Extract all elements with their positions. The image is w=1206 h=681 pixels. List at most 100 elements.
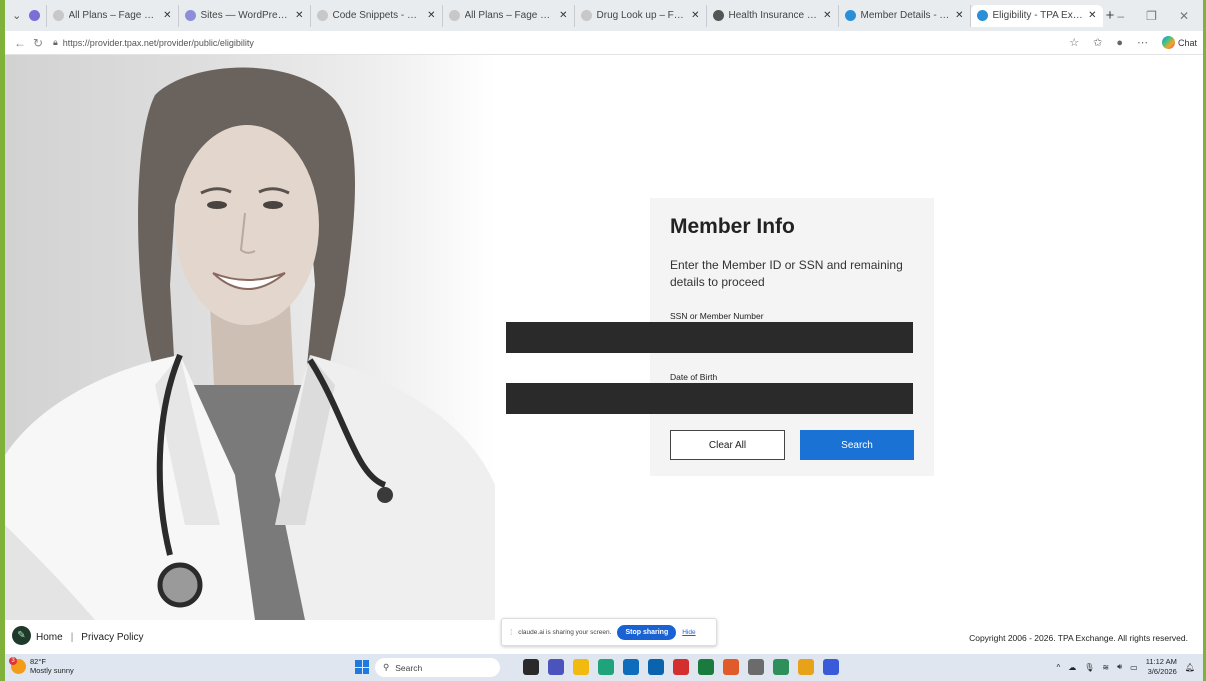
drag-handle-icon[interactable]: ⁞ — [510, 628, 512, 637]
restore-icon[interactable]: ❐ — [1146, 9, 1157, 23]
address-bar: ← ↻ 🔒︎ https://provider.tpax.net/provide… — [5, 31, 1203, 55]
battery-icon[interactable]: ▭ — [1130, 663, 1138, 672]
browser-tab[interactable] — [23, 4, 47, 27]
windows-start-icon[interactable] — [355, 660, 369, 674]
back-icon[interactable]: ← — [11, 36, 29, 50]
favorite-star-icon[interactable]: ☆ — [1069, 36, 1079, 49]
edit-pencil-icon[interactable]: ✎ — [12, 626, 31, 645]
tab-title: All Plans – Fage Financial — [68, 10, 159, 21]
system-tray: ^ ☁ 🎙︎ ≋ 🔊︎ ▭ 11:12 AM 3/6/2026 🔔︎ — [1056, 657, 1195, 677]
browser-tab[interactable]: Health Insurance | Benefit ✕ — [707, 4, 839, 27]
tray-chevron-icon[interactable]: ^ — [1056, 663, 1060, 672]
footer-home-link[interactable]: Home — [36, 632, 63, 643]
chrome-icon[interactable] — [798, 659, 814, 675]
copilot-chat-button[interactable]: Chat — [1161, 36, 1197, 49]
search-button[interactable]: Search — [800, 430, 914, 460]
ssn-label: SSN or Member Number — [670, 311, 764, 321]
tab-close-icon[interactable]: ✕ — [691, 10, 699, 21]
tab-title: Sites — WordPress.com — [200, 10, 291, 21]
lock-icon[interactable]: 🔒︎ — [53, 37, 58, 48]
copilot-app-icon[interactable] — [723, 659, 739, 675]
excel-icon[interactable] — [698, 659, 714, 675]
url-text: https://provider.tpax.net/provider/publi… — [62, 37, 254, 48]
browser-tab[interactable]: Code Snippets - Fage Finan ✕ — [311, 4, 443, 27]
taskbar-search-placeholder: Search — [395, 662, 423, 673]
windows-taskbar: 3 82°F Mostly sunny ⚲ Search ^ ☁ 🎙︎ ≋ 🔊︎… — [5, 654, 1203, 681]
document-icon — [448, 10, 460, 21]
screen-share-bar: ⁞ claude.ai is sharing your screen. Stop… — [501, 618, 717, 646]
footer-privacy-link[interactable]: Privacy Policy — [81, 632, 143, 643]
clock[interactable]: 11:12 AM 3/6/2026 — [1146, 657, 1177, 677]
favorites-icon[interactable]: ✩ — [1093, 36, 1102, 49]
clock-time: 11:12 AM — [1145, 657, 1177, 666]
tab-close-icon[interactable]: ✕ — [163, 10, 171, 21]
tab-close-icon[interactable]: ✕ — [955, 10, 963, 21]
tab-title: All Plans – Fage Financial — [464, 10, 555, 21]
teams-icon[interactable] — [548, 659, 564, 675]
outlook-icon[interactable] — [648, 659, 664, 675]
close-window-icon[interactable]: ✕ — [1179, 9, 1189, 23]
document-icon — [316, 10, 328, 21]
tab-title: Eligibility - TPA Exchange — [992, 10, 1084, 21]
member-info-card: Member Info Enter the Member ID or SSN a… — [506, 198, 934, 476]
weather-widget[interactable]: 3 82°F Mostly sunny — [9, 656, 74, 675]
browser-tab[interactable]: All Plans – Fage Financial ✕ — [443, 4, 575, 27]
taskbar-search[interactable]: ⚲ Search — [375, 658, 500, 677]
task-view-icon[interactable] — [523, 659, 539, 675]
copilot-icon — [1161, 36, 1175, 49]
hide-share-bar-link[interactable]: Hide — [682, 629, 695, 636]
new-tab-button[interactable]: + — [1103, 7, 1118, 24]
url-field[interactable]: 🔒︎ https://provider.tpax.net/provider/pu… — [53, 34, 273, 52]
copyright-text: Copyright 2006 - 2026. TPA Exchange. All… — [969, 633, 1188, 643]
tab-close-icon[interactable]: ✕ — [1088, 10, 1096, 21]
doctor-illustration — [5, 67, 495, 620]
zoho-icon[interactable] — [823, 659, 839, 675]
microphone-icon[interactable]: 🎙︎ — [1084, 663, 1094, 672]
tab-strip: ⌄ All Plans – Fage Financial✕Sites — Wor… — [5, 0, 1203, 31]
sun-icon: 3 — [9, 656, 26, 674]
wordpress-icon — [184, 10, 196, 21]
member-info-description: Enter the Member ID or SSN and remaining… — [670, 258, 903, 289]
browser-tab[interactable]: Eligibility - TPA Exchange ✕ — [970, 4, 1103, 27]
wifi-icon[interactable]: ≋ — [1102, 663, 1109, 672]
tab-close-icon[interactable]: ✕ — [559, 10, 567, 21]
tpa-icon — [844, 10, 856, 21]
notifications-icon[interactable]: 🔔︎ — [1185, 663, 1195, 672]
clear-all-button[interactable]: Clear All — [670, 430, 785, 460]
plus-app-icon[interactable] — [773, 659, 789, 675]
browser-tab[interactable]: All Plans – Fage Financial ✕ — [47, 4, 179, 27]
globe-icon — [712, 10, 724, 21]
file-explorer-icon[interactable] — [573, 659, 589, 675]
weather-badge: 3 — [9, 656, 17, 665]
tab-list-chevron-icon[interactable]: ⌄ — [11, 9, 23, 22]
eligibility-page: Member Info Enter the Member ID or SSN a… — [5, 55, 1203, 654]
settings-icon[interactable] — [748, 659, 764, 675]
refresh-icon[interactable]: ↻ — [29, 36, 47, 50]
minimize-icon[interactable]: – — [1117, 9, 1124, 23]
profile-avatar-icon[interactable]: ● — [1116, 37, 1123, 49]
chat-label: Chat — [1177, 37, 1197, 48]
edge-icon[interactable] — [598, 659, 614, 675]
member-info-title: Member Info — [670, 215, 795, 238]
volume-icon[interactable]: 🔊︎ — [1117, 662, 1122, 672]
clock-date: 3/6/2026 — [1147, 667, 1177, 676]
browser-tab[interactable]: Drug Look up – Fage Finan ✕ — [575, 4, 707, 27]
window-controls: – ❐ ✕ — [1117, 9, 1203, 23]
tab-close-icon[interactable]: ✕ — [427, 10, 435, 21]
tab-close-icon[interactable]: ✕ — [823, 10, 831, 21]
temperature: 82°F — [30, 657, 46, 666]
more-menu-icon[interactable]: ⋯ — [1137, 36, 1148, 49]
store-icon[interactable] — [623, 659, 639, 675]
acrobat-icon[interactable] — [673, 659, 689, 675]
doctor-hero-image — [5, 55, 495, 620]
ssn-member-number-input[interactable] — [506, 322, 913, 353]
tab-title: Health Insurance | Benefit — [728, 10, 819, 21]
edge-favicon — [28, 10, 40, 21]
stop-sharing-button[interactable]: Stop sharing — [617, 624, 677, 640]
tpa-icon — [976, 10, 988, 21]
browser-tab[interactable]: Sites — WordPress.com ✕ — [179, 4, 311, 27]
onedrive-icon[interactable]: ☁ — [1068, 663, 1076, 672]
tab-close-icon[interactable]: ✕ — [295, 10, 303, 21]
browser-tab[interactable]: Member Details - TPA Exch ✕ — [839, 4, 971, 27]
date-of-birth-input[interactable] — [506, 383, 913, 414]
